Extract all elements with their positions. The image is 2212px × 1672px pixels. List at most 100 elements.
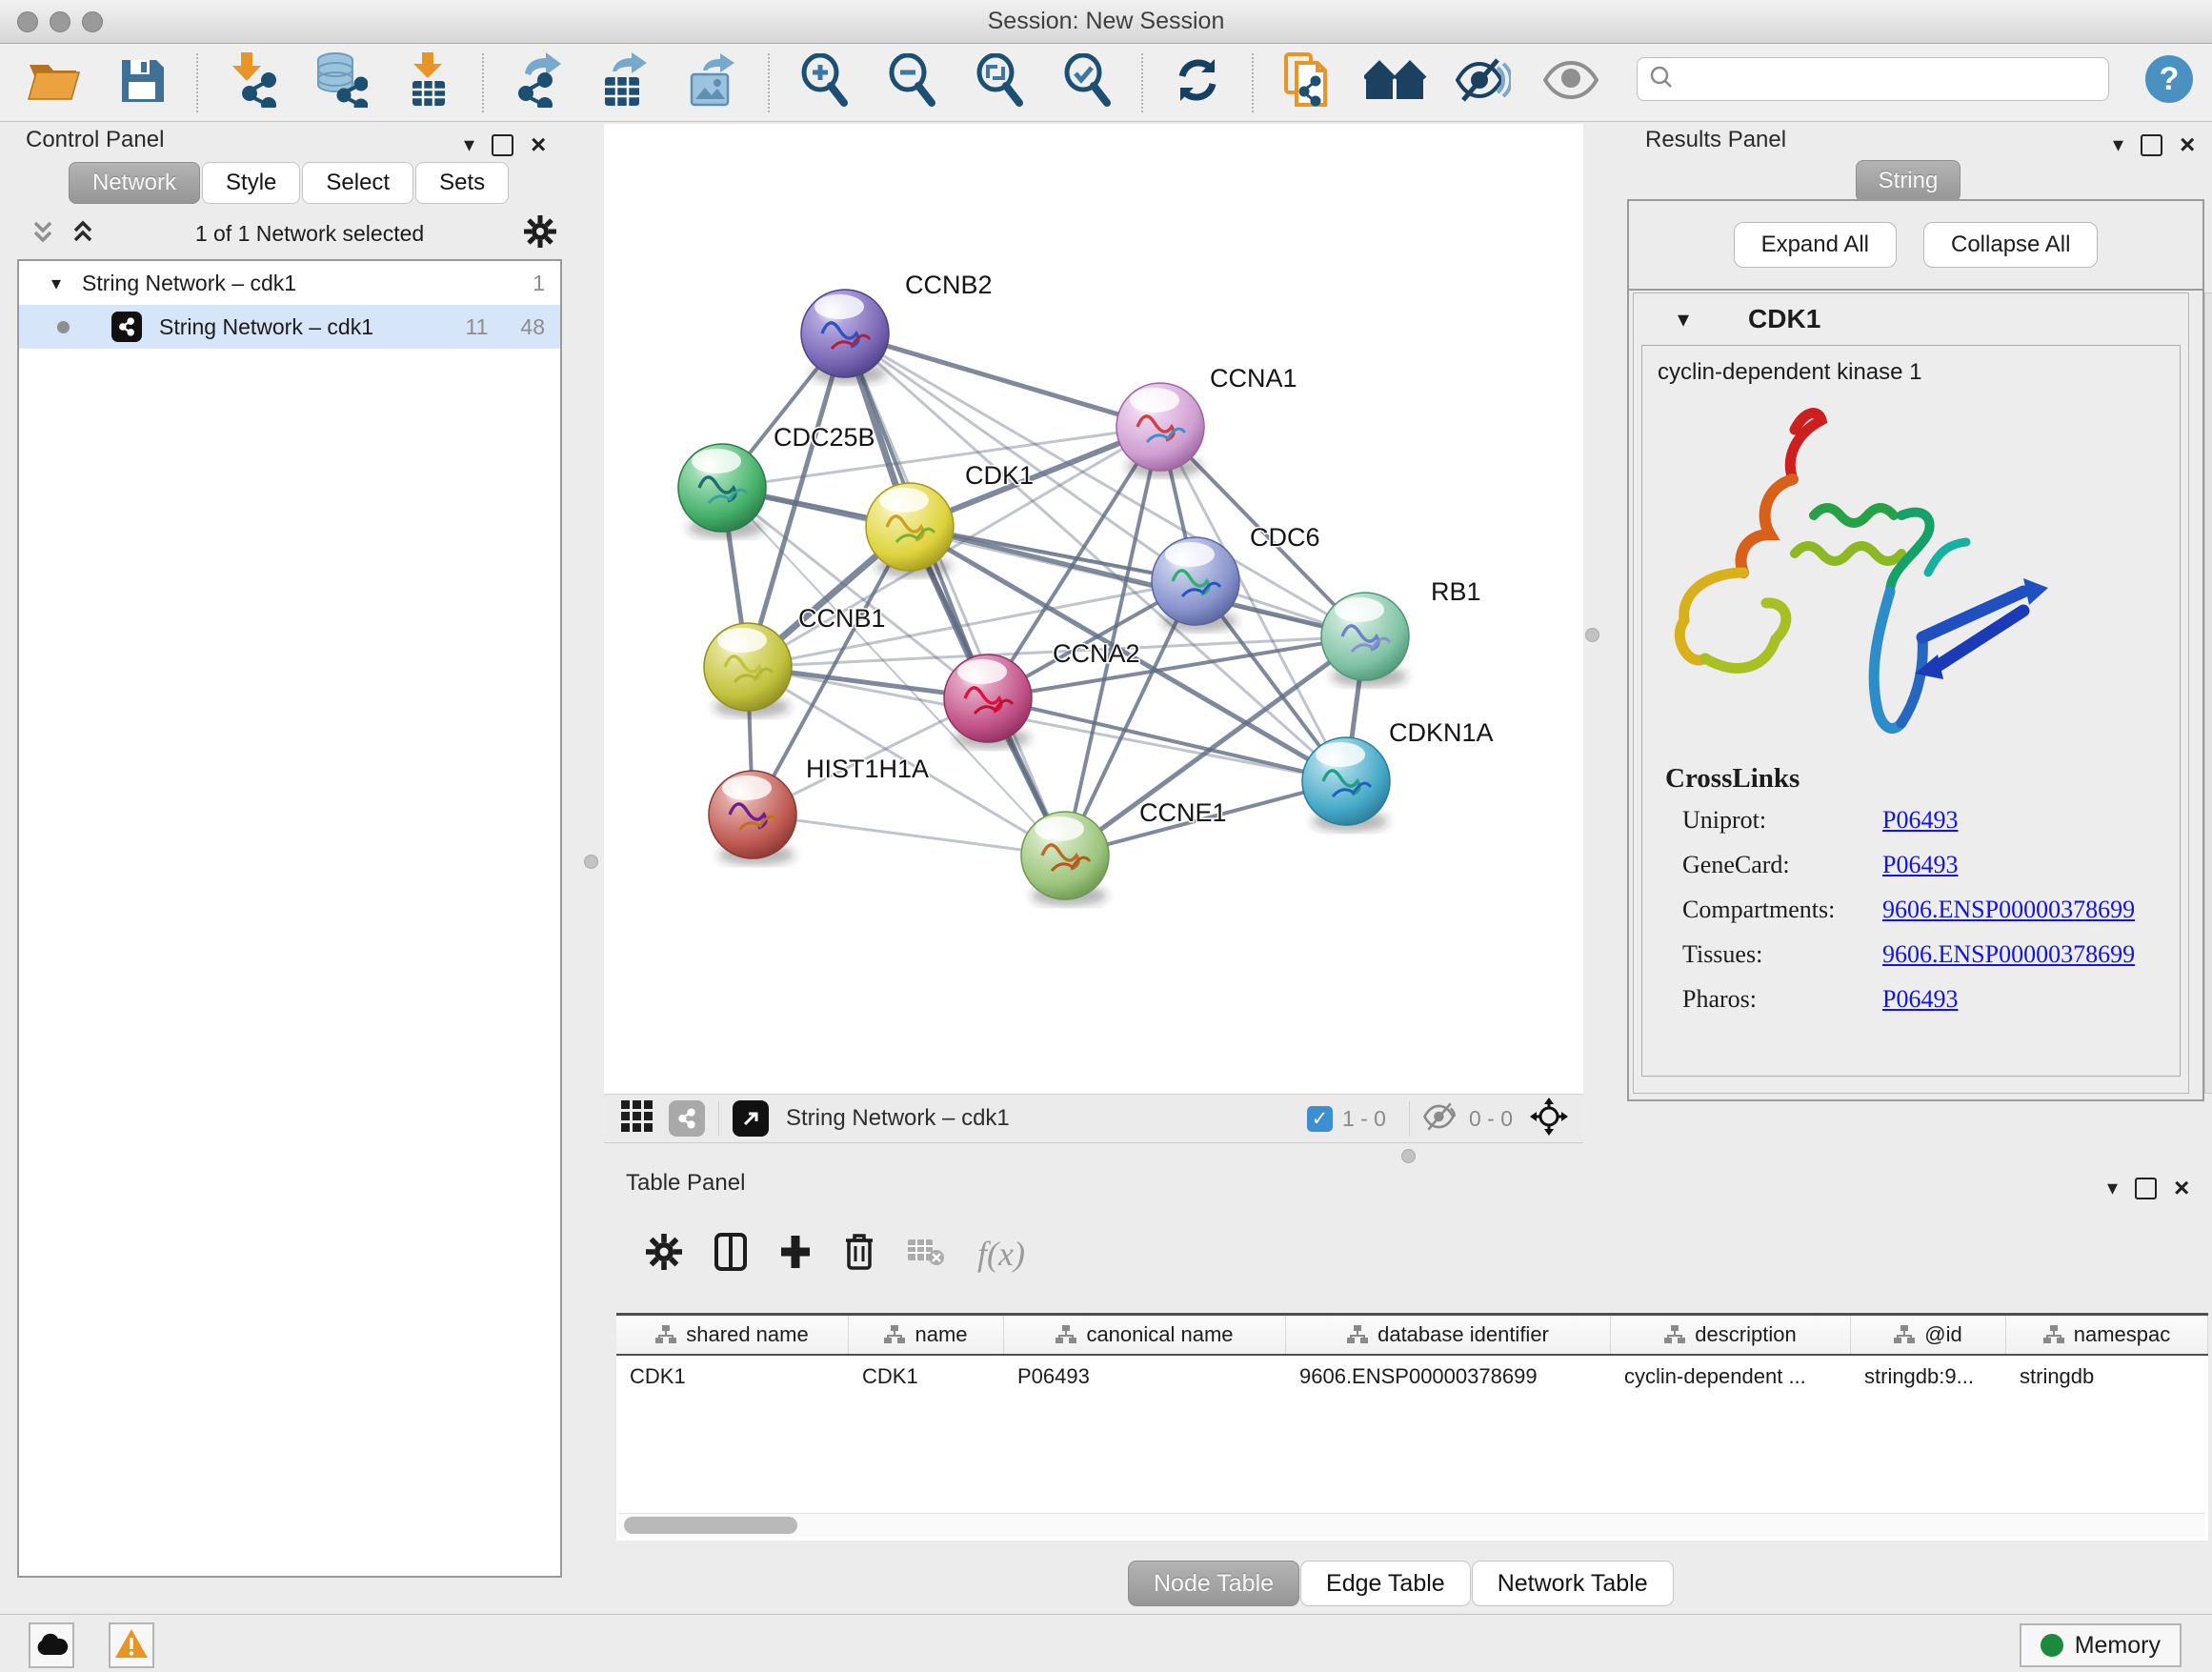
network-canvas[interactable]: CCNB2CCNA1CDC25BCDK1CDC6RB1CCNB1CCNA2CDK… bbox=[604, 124, 1583, 1094]
column-header-shared-name[interactable]: shared name bbox=[616, 1316, 849, 1354]
node-CCNE1[interactable] bbox=[1021, 812, 1109, 906]
export-image-button[interactable] bbox=[684, 56, 743, 110]
home-view-button[interactable] bbox=[1366, 56, 1425, 110]
column-header-database-identifier[interactable]: database identifier bbox=[1286, 1316, 1611, 1354]
node-HIST1H1A[interactable] bbox=[709, 771, 796, 865]
show-columns-icon[interactable] bbox=[714, 1233, 747, 1276]
column-header-namespac[interactable]: namespac bbox=[2006, 1316, 2208, 1354]
collapse-all-button[interactable]: Collapse All bbox=[1923, 222, 2098, 268]
export-network-button[interactable] bbox=[509, 56, 568, 110]
panel-float-icon[interactable] bbox=[2141, 134, 2162, 156]
node-label-CDKN1A: CDKN1A bbox=[1389, 718, 1494, 747]
column-header--id[interactable]: @id bbox=[1851, 1316, 2006, 1354]
collection-expander-icon[interactable]: ▾ bbox=[51, 272, 61, 295]
node-CCNB2[interactable] bbox=[801, 290, 889, 384]
collapse-all-icon[interactable] bbox=[30, 219, 55, 249]
search-input[interactable] bbox=[1637, 57, 2109, 101]
node-CDKN1A[interactable] bbox=[1302, 737, 1390, 832]
table-row[interactable]: CDK1CDK1P064939606.ENSP00000378699cyclin… bbox=[616, 1356, 2208, 1398]
panel-float-icon[interactable] bbox=[492, 134, 513, 156]
gene-expander-icon[interactable]: ▾ bbox=[1678, 306, 1689, 333]
help-button[interactable]: ? bbox=[2145, 55, 2193, 103]
expand-all-button[interactable]: Expand All bbox=[1734, 222, 1897, 268]
zoom-in-button[interactable] bbox=[794, 56, 854, 110]
birdseye-grid-icon[interactable] bbox=[621, 1100, 654, 1138]
edge-HIST1H1A-CCNE1[interactable] bbox=[753, 815, 1065, 856]
network-graph[interactable]: CCNB2CCNA1CDC25BCDK1CDC6RB1CCNB1CCNA2CDK… bbox=[604, 124, 1583, 1094]
pan-crosshair-icon[interactable] bbox=[1530, 1098, 1568, 1140]
network-overview-share-icon[interactable] bbox=[669, 1100, 705, 1137]
tab-style[interactable]: Style bbox=[202, 162, 300, 204]
crosslinks-heading: CrossLinks bbox=[1665, 763, 2135, 795]
detach-view-icon[interactable] bbox=[733, 1100, 769, 1137]
save-session-button[interactable] bbox=[112, 56, 171, 110]
tab-sets[interactable]: Sets bbox=[415, 162, 509, 204]
node-CDC6[interactable] bbox=[1152, 537, 1239, 632]
expand-all-icon[interactable] bbox=[70, 219, 95, 249]
network-collection-row[interactable]: ▾ String Network – cdk1 1 bbox=[19, 261, 560, 305]
gene-panel: ▾ CDK1 cyclin-dependent kinase 1 bbox=[1633, 292, 2189, 1094]
panel-float-icon[interactable] bbox=[2135, 1178, 2157, 1199]
node-CDK1[interactable] bbox=[866, 483, 954, 577]
gene-symbol: CDK1 bbox=[1748, 304, 1820, 334]
import-table-button[interactable] bbox=[398, 56, 457, 110]
selected-nodes-checkbox-icon[interactable]: ✓ bbox=[1307, 1106, 1333, 1132]
tab-network-table[interactable]: Network Table bbox=[1472, 1561, 1674, 1606]
open-session-button[interactable] bbox=[25, 56, 84, 110]
tab-node-table[interactable]: Node Table bbox=[1128, 1561, 1299, 1606]
clone-network-button[interactable] bbox=[1278, 56, 1337, 110]
zoom-fit-button[interactable] bbox=[970, 56, 1029, 110]
panel-menu-icon[interactable]: ▾ bbox=[2113, 134, 2123, 155]
crosslink-link[interactable]: P06493 bbox=[1882, 985, 1958, 1014]
cloud-status-button[interactable] bbox=[29, 1622, 74, 1668]
tab-select[interactable]: Select bbox=[302, 162, 413, 204]
panel-menu-icon[interactable]: ▾ bbox=[2107, 1178, 2118, 1199]
memory-button[interactable]: Memory bbox=[2020, 1623, 2182, 1667]
scrollbar-thumb[interactable] bbox=[624, 1517, 797, 1534]
column-header-description[interactable]: description bbox=[1611, 1316, 1851, 1354]
node-CCNA2[interactable] bbox=[944, 655, 1032, 749]
hide-selected-button[interactable] bbox=[1454, 56, 1513, 110]
node-table[interactable]: shared namenamecanonical namedatabase id… bbox=[616, 1313, 2208, 1541]
network-row-selected[interactable]: String Network – cdk1 11 48 bbox=[19, 305, 560, 349]
table-settings-gear-icon[interactable] bbox=[646, 1234, 682, 1275]
crosslink-link[interactable]: P06493 bbox=[1882, 851, 1958, 879]
show-all-button[interactable] bbox=[1541, 56, 1600, 110]
delete-column-trash-icon[interactable] bbox=[844, 1233, 875, 1276]
export-table-button[interactable] bbox=[596, 56, 655, 110]
crosslink-link[interactable]: 9606.ENSP00000378699 bbox=[1882, 896, 2135, 924]
column-header-name[interactable]: name bbox=[849, 1316, 1004, 1354]
table-cell: 9606.ENSP00000378699 bbox=[1286, 1364, 1611, 1389]
create-column-plus-icon[interactable] bbox=[779, 1234, 812, 1275]
import-network-button[interactable] bbox=[223, 56, 282, 110]
node-CDC25B[interactable] bbox=[678, 444, 766, 538]
zoom-selected-button[interactable] bbox=[1057, 56, 1116, 110]
zoom-out-button[interactable] bbox=[882, 56, 941, 110]
panel-close-icon[interactable]: × bbox=[531, 131, 546, 158]
node-CCNA1[interactable] bbox=[1116, 383, 1204, 477]
edge-CCNB2-CCNA1[interactable] bbox=[845, 333, 1160, 427]
panel-menu-icon[interactable]: ▾ bbox=[464, 134, 474, 155]
table-horizontal-scrollbar[interactable] bbox=[618, 1513, 2204, 1537]
tab-network[interactable]: Network bbox=[69, 162, 200, 204]
apply-style-refresh-button[interactable] bbox=[1168, 56, 1227, 110]
panel-close-icon[interactable]: × bbox=[2174, 1175, 2189, 1201]
import-network-from-database-button[interactable] bbox=[311, 56, 370, 110]
results-scrollbar[interactable] bbox=[2204, 292, 2212, 1094]
right-splitter-handle[interactable] bbox=[1585, 628, 1599, 642]
warning-status-button[interactable] bbox=[109, 1622, 154, 1668]
column-header-canonical-name[interactable]: canonical name bbox=[1004, 1316, 1286, 1354]
hidden-eye-icon[interactable] bbox=[1423, 1102, 1459, 1136]
node-CCNB1[interactable] bbox=[704, 623, 792, 717]
network-options-gear-icon[interactable] bbox=[524, 215, 556, 252]
node-RB1[interactable] bbox=[1321, 593, 1409, 687]
gene-header[interactable]: ▾ CDK1 bbox=[1634, 293, 2188, 345]
crosslink-link[interactable]: P06493 bbox=[1882, 806, 1958, 835]
results-tab-string[interactable]: String bbox=[1856, 160, 1961, 202]
crosslink-link[interactable]: 9606.ENSP00000378699 bbox=[1882, 940, 2135, 969]
panel-close-icon[interactable]: × bbox=[2180, 131, 2195, 158]
bottom-splitter-handle[interactable] bbox=[1401, 1149, 1416, 1163]
tab-edge-table[interactable]: Edge Table bbox=[1300, 1561, 1471, 1606]
export-table-icon bbox=[601, 52, 651, 112]
left-splitter-handle[interactable] bbox=[584, 855, 598, 869]
